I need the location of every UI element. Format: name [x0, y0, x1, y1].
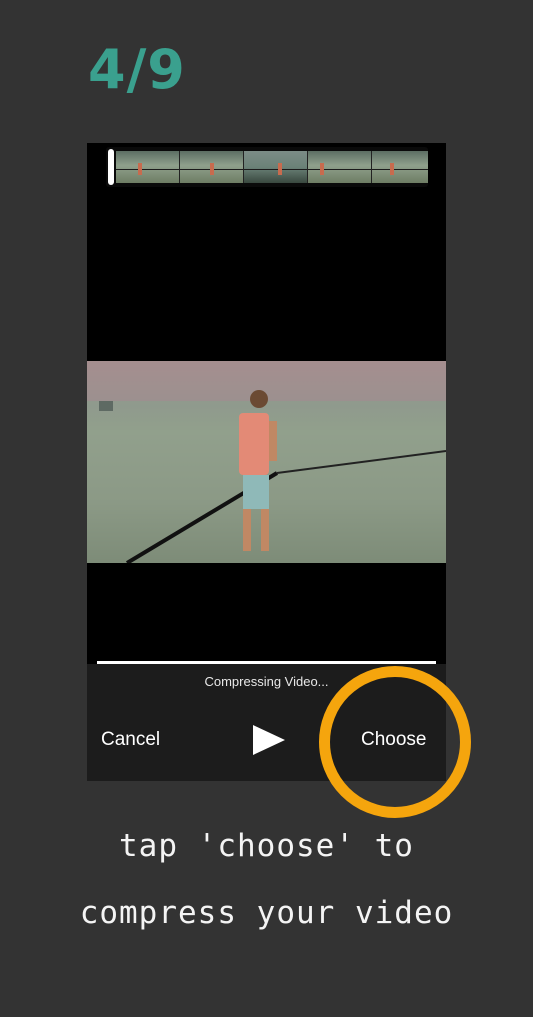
trim-filmstrip[interactable]	[106, 147, 428, 187]
video-preview[interactable]	[87, 361, 446, 563]
filmstrip-frame	[116, 151, 180, 183]
filmstrip-frame	[244, 151, 308, 183]
video-frame-illustration	[87, 361, 446, 563]
figure	[278, 163, 282, 175]
net-line	[372, 169, 428, 170]
net-line	[308, 169, 371, 170]
filmstrip-frame	[372, 151, 428, 183]
figure	[390, 163, 394, 175]
play-icon	[253, 725, 285, 755]
figure	[138, 163, 142, 175]
play-button[interactable]	[249, 723, 289, 757]
figure	[210, 163, 214, 175]
filmstrip-frame	[308, 151, 372, 183]
status-text: Compressing Video...	[204, 674, 329, 689]
caption-line-1: tap 'choose' to	[119, 828, 414, 864]
phone-screen: Compressing Video... Cancel Choose	[87, 143, 446, 781]
net-line	[116, 169, 179, 170]
figure	[320, 163, 324, 175]
net-line	[244, 169, 307, 170]
step-counter: 4/9	[88, 38, 186, 101]
filmstrip-frame	[180, 151, 244, 183]
scrub-handle[interactable]	[108, 149, 114, 185]
compression-progress-bar	[97, 661, 436, 664]
cancel-button[interactable]: Cancel	[101, 729, 160, 751]
caption-line-2: compress your video	[79, 895, 454, 931]
choose-button[interactable]: Choose	[361, 729, 427, 751]
